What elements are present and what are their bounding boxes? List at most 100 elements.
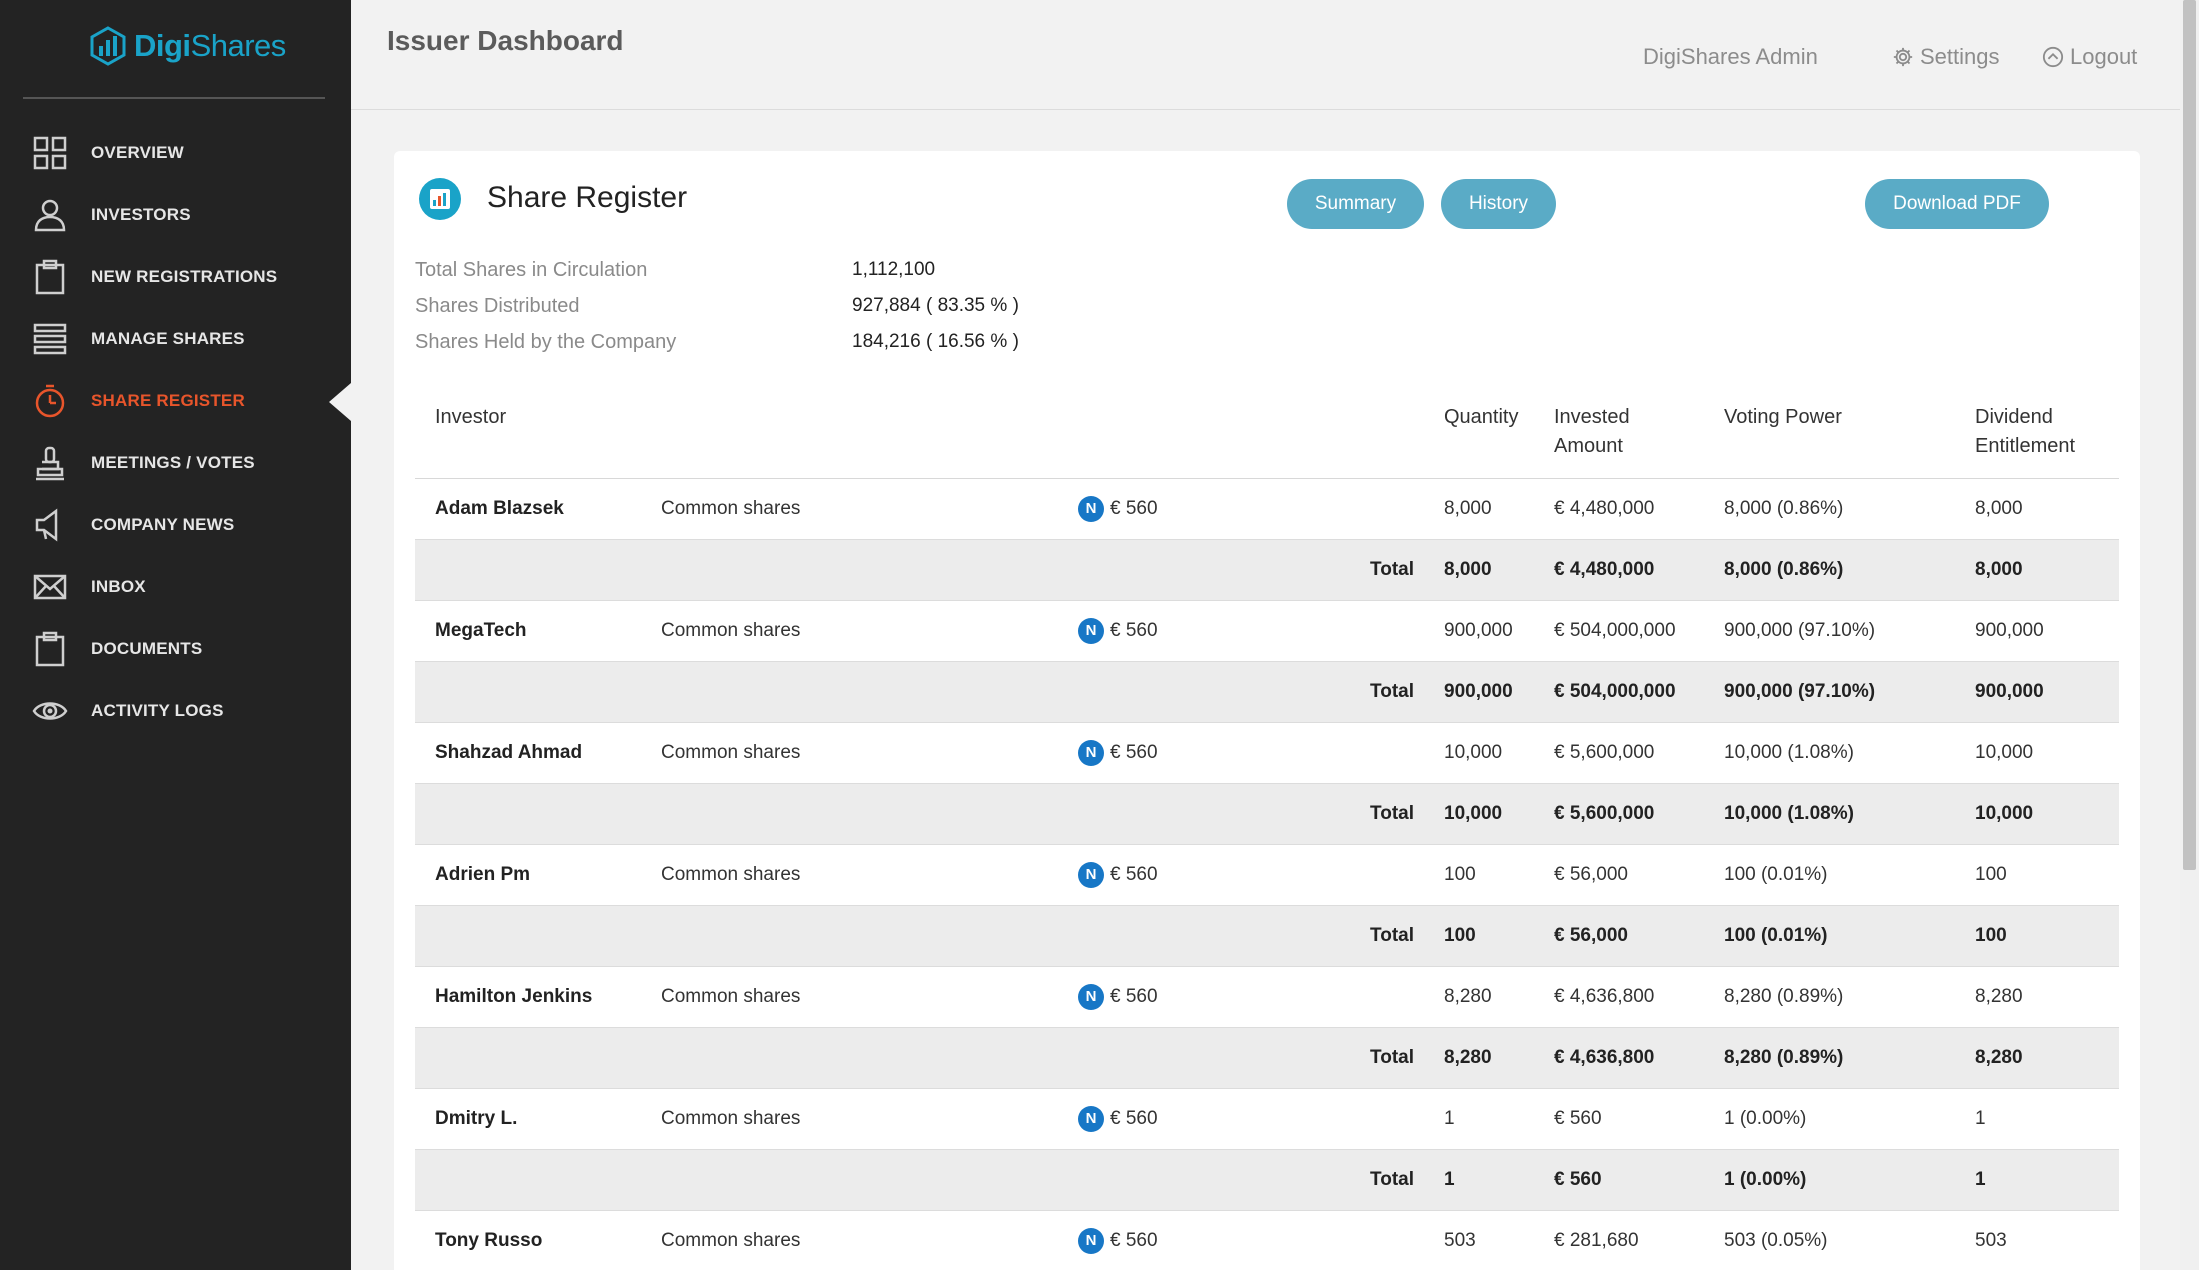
quantity: 1 (1444, 1088, 1554, 1150)
dividend-entitlement: 8,000 (1975, 478, 2119, 540)
sidebar-item-documents[interactable]: DOCUMENTS (0, 618, 351, 680)
nominal-badge-icon: N (1078, 495, 1104, 522)
total-dividend-entitlement: 1 (1975, 1149, 2119, 1211)
brand-logo[interactable]: DigiShares (88, 22, 286, 70)
sidebar-item-label: ACTIVITY LOGS (91, 701, 224, 720)
investor-name[interactable]: Hamilton Jenkins (415, 966, 661, 1028)
column-header-voting-power[interactable]: Voting Power (1724, 389, 1975, 479)
brand-name: DigiShares (134, 28, 286, 63)
empty-cell (661, 539, 1078, 601)
nominal-badge-icon: N (1078, 861, 1104, 888)
sidebar-item-meetings-votes[interactable]: MEETINGS / VOTES (0, 432, 351, 494)
invested-amount: € 5,600,000 (1554, 722, 1724, 784)
empty-cell (415, 1027, 661, 1089)
share-register-table: Investor Quantity Invested Amount Voting … (415, 389, 2119, 1270)
sidebar-item-label: INVESTORS (91, 205, 191, 224)
total-label: Total (1078, 1149, 1444, 1211)
share-class: Common shares (661, 722, 1078, 784)
investor-name[interactable]: Adam Blazsek (415, 478, 661, 540)
investor-name[interactable]: MegaTech (415, 600, 661, 662)
scrollbar-thumb[interactable] (2183, 0, 2196, 870)
summary-button[interactable]: Summary (1287, 179, 1424, 229)
dividend-entitlement: 8,280 (1975, 966, 2119, 1028)
clipboard-icon (31, 630, 69, 668)
logout-icon (2042, 46, 2064, 68)
logout-link[interactable]: Logout (2042, 44, 2137, 70)
total-invested-amount: € 56,000 (1554, 905, 1724, 967)
total-voting-power: 8,000 (0.86%) (1724, 539, 1975, 601)
share-class: Common shares (661, 600, 1078, 662)
sidebar-item-label: MANAGE SHARES (91, 329, 245, 348)
stat-row: Shares Distributed 927,884 ( 83.35 % ) (415, 288, 1019, 324)
page-title: Issuer Dashboard (387, 25, 624, 56)
table-row[interactable]: Tony Russo Common shares N € 560 503 € 281,68… (415, 1210, 2119, 1270)
active-indicator (329, 383, 351, 421)
share-stats: Total Shares in Circulation 1,112,100 Sh… (415, 252, 1019, 360)
share-price: € 560 (1110, 985, 1158, 1007)
nominal-badge-icon: N (1078, 1105, 1104, 1132)
sidebar-item-share-register[interactable]: SHARE REGISTER (0, 370, 351, 432)
table-row[interactable]: Hamilton Jenkins Common shares N € 560 8,280… (415, 966, 2119, 1028)
share-price-cell: N € 560 (1078, 844, 1444, 906)
table-row[interactable]: Adrien Pm Common shares N € 560 100 € 56,000 1… (415, 844, 2119, 906)
share-price: € 560 (1110, 741, 1158, 763)
share-class: Common shares (661, 844, 1078, 906)
share-price: € 560 (1110, 1229, 1158, 1251)
total-dividend-entitlement: 8,280 (1975, 1027, 2119, 1089)
sidebar-item-new-registrations[interactable]: NEW REGISTRATIONS (0, 246, 351, 308)
share-class: Common shares (661, 478, 1078, 540)
column-header-invested-amount[interactable]: Invested Amount (1554, 389, 1724, 479)
total-label: Total (1078, 1027, 1444, 1089)
share-price: € 560 (1110, 497, 1158, 519)
admin-user-name[interactable]: DigiShares Admin (1643, 44, 1818, 70)
sidebar-item-activity-logs[interactable]: ACTIVITY LOGS (0, 680, 351, 742)
settings-link[interactable]: Settings (1892, 44, 2000, 70)
logo-icon (90, 26, 126, 66)
table-row[interactable]: Dmitry L. Common shares N € 560 1 € 560 1 (0.0… (415, 1088, 2119, 1150)
sidebar-divider (23, 97, 325, 99)
quantity: 900,000 (1444, 600, 1554, 662)
table-total-row: Total 100 € 56,000 100 (0.01%) 100 (415, 905, 2119, 967)
table-row[interactable]: Adam Blazsek Common shares N € 560 8,000 € 4,… (415, 478, 2119, 540)
column-header-class (661, 389, 1078, 479)
stamp-icon (31, 444, 69, 482)
total-quantity: 10,000 (1444, 783, 1554, 845)
investor-name[interactable]: Shahzad Ahmad (415, 722, 661, 784)
sidebar-item-investors[interactable]: INVESTORS (0, 184, 351, 246)
share-price-cell: N € 560 (1078, 478, 1444, 540)
table-row[interactable]: Shahzad Ahmad Common shares N € 560 10,000 € … (415, 722, 2119, 784)
sidebar-item-label: DOCUMENTS (91, 639, 203, 658)
history-button[interactable]: History (1441, 179, 1556, 229)
share-price-cell: N € 560 (1078, 1210, 1444, 1270)
empty-cell (661, 905, 1078, 967)
sidebar-item-label: COMPANY NEWS (91, 515, 235, 534)
table-total-row: Total 8,000 € 4,480,000 8,000 (0.86%) 8,000 (415, 539, 2119, 601)
sidebar-item-inbox[interactable]: INBOX (0, 556, 351, 618)
total-dividend-entitlement: 900,000 (1975, 661, 2119, 723)
column-header-quantity[interactable]: Quantity (1444, 389, 1554, 479)
table-total-row: Total 1 € 560 1 (0.00%) 1 (415, 1149, 2119, 1211)
column-header-investor[interactable]: Investor (415, 389, 661, 479)
invested-amount: € 56,000 (1554, 844, 1724, 906)
column-header-price (1078, 389, 1444, 479)
invested-amount: € 560 (1554, 1088, 1724, 1150)
table-row[interactable]: MegaTech Common shares N € 560 900,000 € 504,… (415, 600, 2119, 662)
sidebar-item-company-news[interactable]: COMPANY NEWS (0, 494, 351, 556)
quantity: 10,000 (1444, 722, 1554, 784)
stat-row: Shares Held by the Company 184,216 ( 16.… (415, 324, 1019, 360)
total-dividend-entitlement: 8,000 (1975, 539, 2119, 601)
sidebar-item-manage-shares[interactable]: MANAGE SHARES (0, 308, 351, 370)
stat-label: Shares Distributed (415, 294, 580, 317)
page-scrollbar[interactable] (2180, 0, 2199, 1270)
download-pdf-button[interactable]: Download PDF (1865, 179, 2049, 229)
column-header-dividend-entitlement[interactable]: Dividend Entitlement (1975, 389, 2119, 479)
investor-name[interactable]: Dmitry L. (415, 1088, 661, 1150)
total-dividend-entitlement: 10,000 (1975, 783, 2119, 845)
total-voting-power: 10,000 (1.08%) (1724, 783, 1975, 845)
sidebar-item-overview[interactable]: OVERVIEW (0, 122, 351, 184)
dividend-entitlement: 10,000 (1975, 722, 2119, 784)
total-dividend-entitlement: 100 (1975, 905, 2119, 967)
investor-name[interactable]: Tony Russo (415, 1210, 661, 1270)
voting-power: 100 (0.01%) (1724, 844, 1975, 906)
investor-name[interactable]: Adrien Pm (415, 844, 661, 906)
